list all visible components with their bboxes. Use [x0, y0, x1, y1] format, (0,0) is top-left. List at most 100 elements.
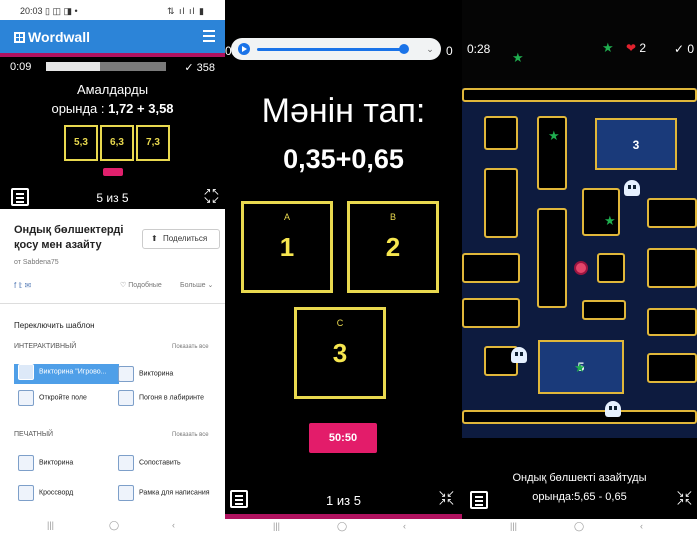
answer-zone[interactable]: 3 [595, 118, 677, 170]
collapse-icon[interactable]: ↘↙ ↗↖ [676, 490, 693, 508]
audio-progress-track[interactable] [257, 48, 405, 51]
print-template-quiz[interactable]: Викторина [18, 455, 73, 475]
question-line-1: Амалдарды [76, 82, 149, 97]
audio-progress-handle[interactable] [399, 44, 410, 54]
maze-wall [462, 298, 520, 328]
collapse-icon[interactable]: ↘↙ ↗↖ [438, 490, 455, 508]
question-line-1: Ондық бөлшекті азайтуды [512, 472, 647, 484]
maze-wall [647, 198, 697, 228]
author-line: от Sabdena75 [14, 259, 59, 266]
chevron-down-icon[interactable]: ⌄ [423, 43, 437, 55]
activity-title: Ондық бөлшектерді қосу мен азайту [14, 224, 124, 251]
ghost-enemy [605, 401, 621, 417]
share-label: Поделиться [163, 234, 208, 243]
show-all-print[interactable]: Показать все [172, 432, 209, 438]
maze-wall [647, 308, 697, 336]
answer-option[interactable]: 5,3 [64, 125, 98, 161]
answer-value: 2 [385, 232, 401, 262]
answer-option-a[interactable]: A 1 [241, 201, 333, 293]
home-button[interactable]: ◯ [574, 521, 584, 532]
template-quiz-show[interactable]: Викторина "Игрово... [14, 364, 119, 384]
template-icon [118, 485, 134, 501]
app-header: Wordwall [0, 20, 225, 53]
back-button[interactable]: ‹ [172, 520, 175, 530]
print-template-crossword[interactable]: Кроссворд [18, 485, 73, 505]
print-template-match[interactable]: Сопоставить [118, 455, 181, 475]
maze-wall [597, 253, 625, 283]
answer-option[interactable]: 7,3 [136, 125, 170, 161]
switch-template-heading: Переключить шаблон [14, 321, 95, 330]
print-heading: ПЕЧАТНЫЙ [14, 431, 54, 438]
maze-wall [582, 300, 626, 320]
template-open-box[interactable]: Откройте поле [18, 390, 87, 410]
more-dropdown[interactable]: Больше ⌄ [180, 281, 213, 289]
template-quiz[interactable]: Викторина [118, 366, 173, 386]
question-prefix: орында : [51, 101, 109, 116]
similar-link[interactable]: ♡ Подобные [120, 281, 162, 289]
score-value: 358 [196, 62, 215, 74]
question-line-2: орында : 1,72 + 3,58 [0, 101, 225, 116]
question-title: Мәнін тап: [261, 92, 426, 130]
check-icon: ✓ [184, 62, 194, 74]
player-character[interactable] [574, 261, 588, 275]
ghost-enemy [624, 180, 640, 196]
interactive-heading: ИНТЕРАКТИВНЫЙ [14, 343, 77, 350]
answer-option-b[interactable]: B 2 [347, 201, 439, 293]
star-icon: ★ [604, 213, 616, 228]
play-icon[interactable] [238, 43, 250, 55]
maze-board: 3 5 ★ ★ ★ [462, 88, 697, 438]
question-counter: 5 из 5 [96, 191, 129, 205]
template-icon [18, 364, 34, 380]
answer-value: 3 [332, 338, 348, 368]
twitter-icon[interactable]: 𝕥 [18, 281, 22, 290]
template-label: Викторина [39, 459, 74, 467]
maze-wall [647, 248, 697, 288]
recents-button[interactable]: ||| [510, 521, 517, 531]
score-value: 0 [446, 44, 453, 58]
android-nav-bar: ||| ◯ ‹ [462, 519, 697, 533]
template-label: Сопоставить [139, 459, 181, 467]
status-icons: ▯ ◫ ◨ • [45, 6, 78, 16]
status-time: 20:03 [20, 6, 43, 16]
wordwall-logo[interactable]: Wordwall [14, 29, 90, 45]
show-all-interactive[interactable]: Показать все [172, 344, 209, 350]
fifty-fifty-button[interactable]: 50:50 [309, 423, 377, 453]
back-button[interactable]: ‹ [403, 521, 406, 531]
share-icon: ⬆ [151, 234, 158, 243]
maze-wall [462, 253, 520, 283]
star-icon: ★ [548, 128, 560, 143]
recents-button[interactable]: ||| [47, 520, 54, 530]
collapse-icon[interactable]: ↗↖ ↘↙ [203, 188, 220, 206]
quiz-game-panel: ⌄ 0: 0 Мәнін тап: 0,35+0,65 A 1 B 2 C 3 … [225, 0, 462, 533]
heart-icon: ❤ [626, 41, 637, 55]
answer-option[interactable]: 6,3 [100, 125, 134, 161]
android-nav-bar: ||| ◯ ‹ [225, 519, 462, 533]
game-timer: 0:09 [10, 61, 32, 73]
hamburger-menu-icon[interactable] [203, 30, 215, 32]
share-button[interactable]: ⬆ Поделиться [142, 229, 220, 249]
answer-option-c[interactable]: C 3 [294, 307, 386, 399]
lives-display: ❤ 2 [626, 41, 646, 55]
score-display: ✓ 358 [184, 61, 215, 74]
print-template-writing-frame[interactable]: Рамка для написания [118, 485, 210, 505]
recents-button[interactable]: ||| [273, 521, 280, 531]
game-hud: 0:28 ❤ 2 ✓ 0 ★ ★ [462, 0, 697, 88]
email-icon[interactable]: ✉ [24, 281, 31, 290]
question-counter: 1 из 5 [326, 493, 361, 508]
question-line-2: орында:5,65 - 0,65 [532, 491, 627, 503]
star-icon: ★ [574, 360, 586, 375]
back-button[interactable]: ‹ [640, 521, 643, 531]
template-label: Викторина [139, 370, 174, 378]
zone-number: 3 [632, 138, 640, 152]
progress-bar [46, 62, 166, 71]
fifty-fifty-button[interactable] [103, 168, 123, 176]
menu-icon[interactable] [470, 491, 488, 509]
home-button[interactable]: ◯ [109, 520, 119, 531]
game-preview: 0:09 ✓ 358 Амалдарды орында : 1,72 + 3,5… [0, 57, 225, 209]
template-icon [18, 390, 34, 406]
maze-wall [462, 88, 697, 102]
template-maze-chase[interactable]: Погоня в лабиринте [118, 390, 204, 410]
audio-player[interactable]: ⌄ [231, 38, 441, 60]
home-button[interactable]: ◯ [337, 521, 347, 532]
facebook-icon[interactable]: f [14, 281, 16, 290]
